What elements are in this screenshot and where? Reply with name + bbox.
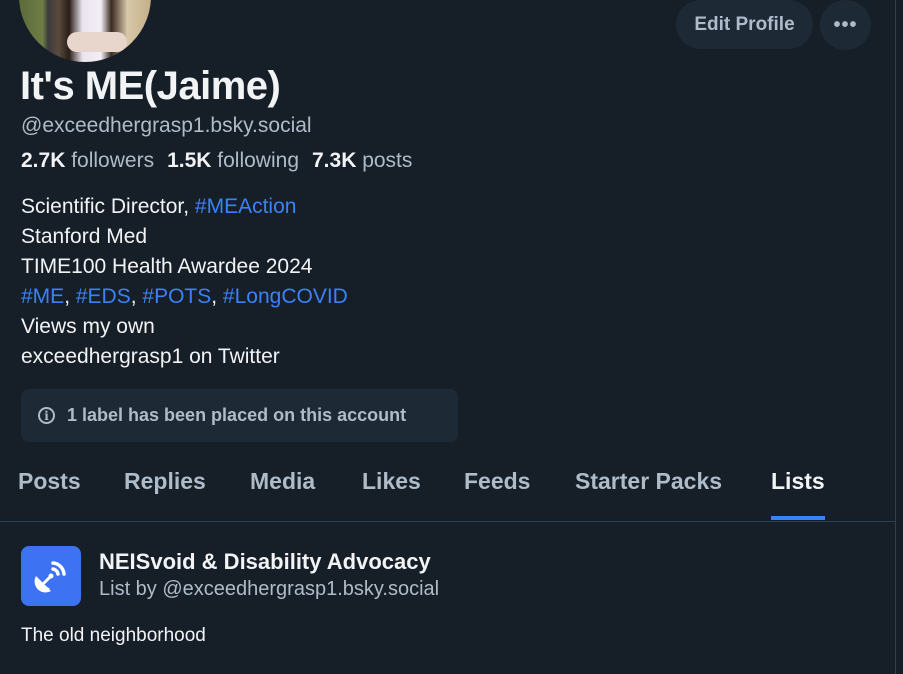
bio-line-3: TIME100 Health Awardee 2024 bbox=[21, 255, 313, 278]
right-gutter bbox=[896, 0, 903, 674]
profile-handle: @exceedhergrasp1.bsky.social bbox=[21, 114, 312, 137]
more-options-button[interactable]: ••• bbox=[820, 0, 871, 50]
hashtag-link[interactable]: #LongCOVID bbox=[223, 285, 348, 308]
active-tab-indicator bbox=[771, 516, 825, 520]
tab-feeds[interactable]: Feeds bbox=[464, 468, 530, 495]
tab-starter-packs[interactable]: Starter Packs bbox=[575, 468, 722, 495]
followers-label: followers bbox=[71, 149, 155, 172]
info-icon: i bbox=[38, 407, 55, 424]
bio-line-6: exceedhergrasp1 on Twitter bbox=[21, 345, 280, 368]
bio-line-2: Stanford Med bbox=[21, 225, 148, 248]
separator: , bbox=[211, 285, 223, 308]
posts-label: posts bbox=[362, 149, 413, 172]
profile-bio: Scientific Director, #MEAction Stanford … bbox=[21, 192, 348, 372]
tab-media[interactable]: Media bbox=[250, 468, 315, 495]
tab-likes[interactable]: Likes bbox=[362, 468, 421, 495]
bio-line-1: Scientific Director, #MEAction bbox=[21, 192, 348, 222]
followers-count: 2.7K bbox=[21, 149, 66, 172]
bio-line-5: Views my own bbox=[21, 315, 155, 338]
label-notice-text: 1 label has been placed on this account bbox=[67, 405, 407, 425]
edit-profile-button[interactable]: Edit Profile bbox=[676, 0, 813, 49]
followers-stat[interactable]: 2.7K followers bbox=[21, 149, 154, 173]
profile-panel: Edit Profile ••• It's ME(Jaime) @exceedh… bbox=[0, 0, 896, 674]
list-byline: List by @exceedhergrasp1.bsky.social bbox=[99, 578, 440, 600]
following-count: 1.5K bbox=[167, 149, 212, 172]
posts-stat: 7.3K posts bbox=[312, 149, 412, 173]
list-title[interactable]: NEISvoid & Disability Advocacy bbox=[99, 549, 431, 575]
hashtag-link[interactable]: #ME bbox=[21, 285, 64, 308]
hashtag-link[interactable]: #POTS bbox=[142, 285, 211, 308]
ellipsis-icon: ••• bbox=[833, 13, 858, 36]
avatar-photo-detail bbox=[67, 32, 127, 52]
bio-text: Scientific Director, bbox=[21, 195, 195, 218]
tab-lists[interactable]: Lists bbox=[771, 468, 825, 495]
hashtag-link[interactable]: #EDS bbox=[76, 285, 131, 308]
bio-line-4: #ME, #EDS, #POTS, #LongCOVID bbox=[21, 282, 348, 312]
list-item[interactable]: NEISvoid & Disability Advocacy List by @… bbox=[0, 522, 895, 674]
list-description: The old neighborhood bbox=[21, 625, 206, 646]
following-stat[interactable]: 1.5K following bbox=[167, 149, 299, 173]
hashtag-link[interactable]: #MEAction bbox=[195, 195, 297, 218]
separator: , bbox=[130, 285, 143, 308]
posts-count: 7.3K bbox=[312, 149, 357, 172]
separator: , bbox=[64, 285, 76, 308]
profile-avatar[interactable] bbox=[17, 0, 153, 64]
satellite-dish-icon bbox=[21, 546, 81, 606]
display-name: It's ME(Jaime) bbox=[20, 64, 281, 108]
following-label: following bbox=[217, 149, 299, 172]
profile-tabs: Posts Replies Media Likes Feeds Starter … bbox=[0, 462, 895, 522]
tab-replies[interactable]: Replies bbox=[124, 468, 206, 495]
tab-posts[interactable]: Posts bbox=[18, 468, 81, 495]
profile-stats: 2.7K followers 1.5K following 7.3K posts bbox=[21, 149, 412, 173]
account-label-notice[interactable]: i 1 label has been placed on this accoun… bbox=[21, 389, 458, 442]
